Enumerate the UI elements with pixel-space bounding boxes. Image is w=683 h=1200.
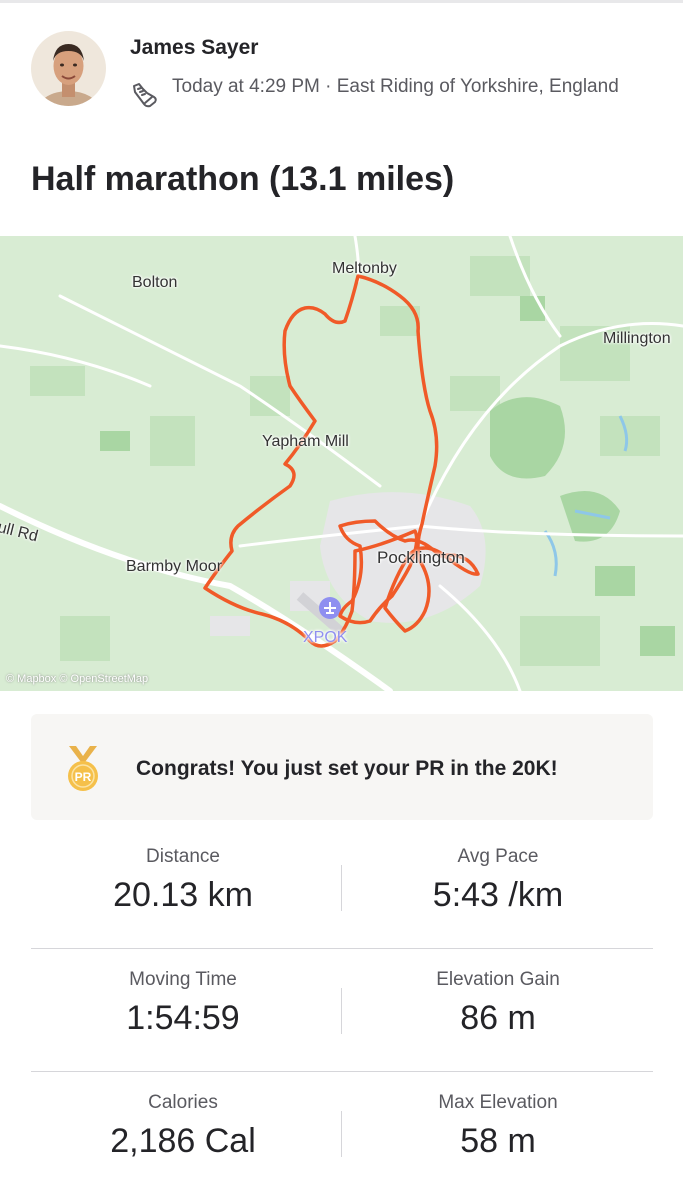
stat-max-elevation: Max Elevation 58 m <box>343 1092 653 1161</box>
place-label-yapham-mill: Yapham Mill <box>262 433 349 450</box>
place-label-meltonby: Meltonby <box>332 260 397 277</box>
achievement-banner[interactable]: PR Congrats! You just set your PR in the… <box>31 714 653 820</box>
stat-label: Distance <box>146 846 220 867</box>
stat-moving-time: Moving Time 1:54:59 <box>28 969 338 1038</box>
row-divider <box>31 948 653 949</box>
pr-badge-text: PR <box>75 770 92 784</box>
stat-value: 5:43 /km <box>432 876 564 914</box>
stat-label: Moving Time <box>129 969 237 990</box>
activity-time-location: Today at 4:29 PM · East Riding of Yorksh… <box>172 76 619 97</box>
stat-label: Max Elevation <box>438 1092 558 1113</box>
route-map[interactable]: Meltonby Bolton Millington Yapham Mill u… <box>0 236 683 691</box>
running-shoe-icon <box>130 80 160 110</box>
stat-divider <box>341 988 342 1034</box>
map-canvas <box>0 236 683 691</box>
place-label-barmby-moor: Barmby Moor <box>126 558 223 575</box>
stat-value: 20.13 km <box>113 876 253 914</box>
place-label-bolton: Bolton <box>132 274 178 291</box>
stat-calories: Calories 2,186 Cal <box>28 1092 338 1161</box>
stat-value: 1:54:59 <box>126 999 240 1037</box>
stat-divider <box>341 1111 342 1157</box>
map-attribution[interactable]: © Mapbox © OpenStreetMap <box>6 673 148 685</box>
place-label-pocklington: Pocklington <box>377 548 465 567</box>
avatar[interactable] <box>31 31 106 106</box>
stat-divider <box>341 865 342 911</box>
place-label-millington: Millington <box>603 330 671 347</box>
stat-label: Calories <box>148 1092 218 1113</box>
stat-value: 86 m <box>460 999 536 1037</box>
stat-elevation-gain: Elevation Gain 86 m <box>343 969 653 1038</box>
stat-value: 2,186 Cal <box>110 1122 256 1160</box>
athlete-name[interactable]: James Sayer <box>130 36 258 60</box>
row-divider <box>31 1071 653 1072</box>
pr-medal-icon: PR <box>61 744 105 794</box>
stat-distance: Distance 20.13 km <box>28 846 338 915</box>
achievement-text: Congrats! You just set your PR in the 20… <box>136 757 558 780</box>
activity-header: James Sayer Today at 4:29 PM · East Ridi… <box>0 0 683 140</box>
stat-label: Avg Pace <box>457 846 539 867</box>
stat-label: Elevation Gain <box>436 969 560 990</box>
place-label-airfield: XPOK <box>303 629 348 646</box>
stat-avg-pace: Avg Pace 5:43 /km <box>343 846 653 915</box>
stat-value: 58 m <box>460 1122 536 1160</box>
activity-title[interactable]: Half marathon (13.1 miles) <box>31 160 454 199</box>
